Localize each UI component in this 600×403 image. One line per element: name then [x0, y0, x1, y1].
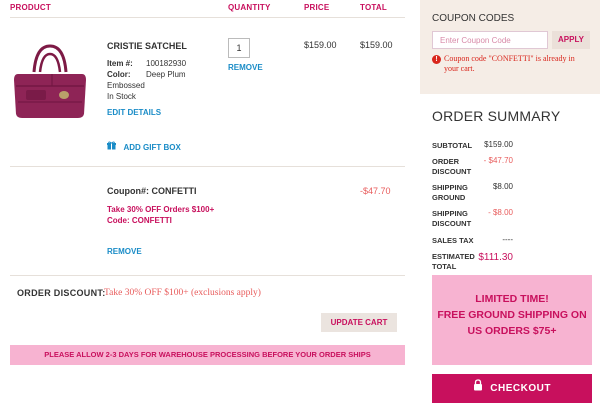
- shipping-discount-label-line1: SHIPPING: [432, 209, 468, 218]
- item-total: $159.00: [360, 40, 393, 50]
- promo-line-3: US ORDERS $75+: [467, 325, 557, 337]
- update-cart-button[interactable]: UPDATE CART: [321, 313, 397, 332]
- column-header-total: TOTAL: [360, 3, 387, 12]
- order-discount-label-line1: ORDER: [432, 157, 460, 166]
- quantity-input[interactable]: 1: [228, 38, 250, 58]
- shipping-discount-label: SHIPPING DISCOUNT: [432, 209, 471, 229]
- order-discount-label-line2: DISCOUNT: [432, 167, 472, 176]
- header-divider: [10, 17, 405, 18]
- add-gift-box-label: ADD GIFT BOX: [123, 143, 181, 153]
- subtotal-value: $159.00: [484, 140, 513, 149]
- free-shipping-promo: LIMITED TIME! FREE GROUND SHIPPING ON US…: [432, 275, 592, 365]
- coupon-code-placeholder: Enter Coupon Code: [440, 36, 511, 45]
- shipping-ground-label: SHIPPING GROUND: [432, 183, 468, 203]
- column-header-quantity: QUANTITY: [228, 3, 271, 12]
- product-name[interactable]: CRISTIE SATCHEL: [107, 41, 187, 51]
- lock-icon: [473, 374, 483, 403]
- stock-status: In Stock: [107, 92, 136, 101]
- coupon-error-text: Coupon code "CONFETTI" is already in you…: [444, 54, 575, 73]
- coupon-code-text: Code: CONFETTI: [107, 216, 172, 225]
- item-price: $159.00: [304, 40, 337, 50]
- coupon-error: ! Coupon code "CONFETTI" is already in y…: [432, 54, 590, 74]
- coupon-amount: -$47.70: [360, 186, 391, 196]
- sales-tax-value: ----: [502, 235, 513, 244]
- checkout-button[interactable]: CHECKOUT: [432, 374, 592, 403]
- add-gift-box[interactable]: ADD GIFT BOX: [107, 137, 181, 155]
- estimated-total-value: $111.30: [478, 252, 513, 263]
- color-value-second-line: Embossed: [107, 81, 145, 90]
- promo-line-2: FREE GROUND SHIPPING ON: [437, 309, 587, 321]
- order-summary-title: ORDER SUMMARY: [432, 108, 561, 124]
- shipping-ground-label-line1: SHIPPING: [432, 183, 468, 192]
- shipping-ground-value: $8.00: [492, 182, 513, 191]
- color-value: Deep Plum: [146, 70, 186, 79]
- coupon-codes-title: COUPON CODES: [432, 13, 515, 24]
- order-discount-summary-label: ORDER DISCOUNT: [432, 157, 471, 177]
- item-divider: [10, 166, 405, 167]
- quantity-value: 1: [236, 43, 242, 53]
- coupon-description: Take 30% OFF Orders $100+: [107, 205, 215, 214]
- item-number-value: 100182930: [146, 59, 187, 68]
- coupon-label: Coupon#: CONFETTI: [107, 186, 197, 196]
- column-header-price: PRICE: [304, 3, 330, 12]
- order-discount-text: Take 30% OFF $100+ (exclusions apply): [104, 288, 261, 298]
- item-number-label: Item #:: [107, 59, 133, 68]
- shipping-discount-label-line2: DISCOUNT: [432, 219, 472, 228]
- order-discount-label: ORDER DISCOUNT:: [17, 288, 106, 298]
- remove-coupon-link[interactable]: REMOVE: [107, 247, 142, 256]
- estimated-total-label: ESTIMATED TOTAL: [432, 252, 475, 272]
- column-header-product: PRODUCT: [10, 3, 51, 12]
- satchel-image: [14, 44, 86, 118]
- subtotal-label: SUBTOTAL: [432, 141, 473, 150]
- color-label: Color:: [107, 70, 131, 79]
- shipping-discount-value: - $8.00: [488, 208, 513, 217]
- coupon-divider: [10, 275, 405, 276]
- shipping-ground-label-line2: GROUND: [432, 193, 466, 202]
- checkout-label: CHECKOUT: [490, 383, 551, 395]
- coupon-code-input[interactable]: Enter Coupon Code: [432, 31, 548, 49]
- promo-line-1: LIMITED TIME!: [475, 293, 549, 305]
- apply-coupon-button[interactable]: APPLY: [552, 31, 590, 49]
- product-image[interactable]: [12, 38, 88, 124]
- sales-tax-label: SALES TAX: [432, 236, 474, 245]
- error-icon: !: [432, 55, 441, 64]
- order-discount-value: - $47.70: [483, 156, 513, 165]
- estimated-total-label-line2: TOTAL: [432, 262, 457, 271]
- remove-item-link[interactable]: REMOVE: [228, 63, 263, 72]
- gift-icon: [107, 137, 116, 155]
- estimated-total-label-line1: ESTIMATED: [432, 252, 475, 261]
- edit-details-link[interactable]: EDIT DETAILS: [107, 108, 161, 117]
- warehouse-notice: PLEASE ALLOW 2-3 DAYS FOR WAREHOUSE PROC…: [10, 345, 405, 365]
